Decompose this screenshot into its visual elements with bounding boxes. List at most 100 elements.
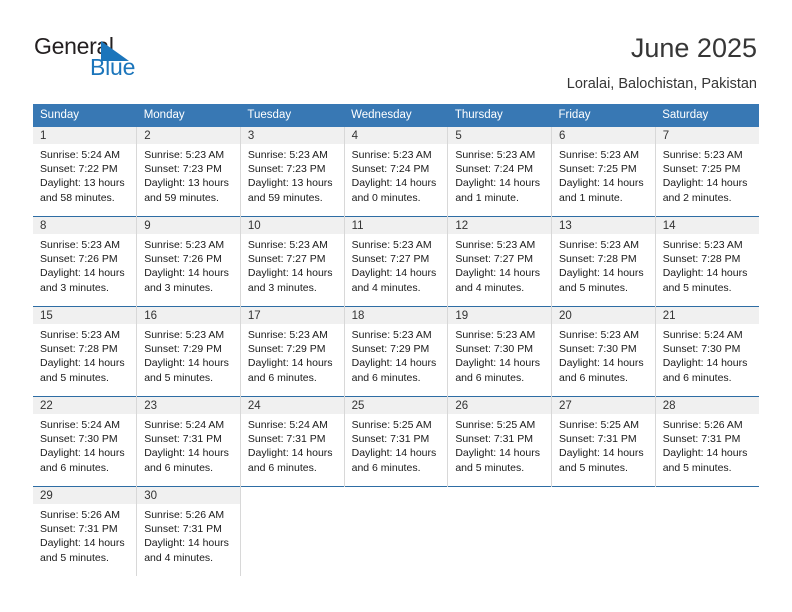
page-title: June 2025 xyxy=(630,33,757,63)
day-details: Sunrise: 5:24 AM Sunset: 7:31 PM Daylight:… xyxy=(241,414,344,475)
daylight-text: Daylight: 14 hours and 2 minutes. xyxy=(662,177,748,204)
day-details: Sunrise: 5:23 AM Sunset: 7:23 PM Daylight:… xyxy=(137,144,240,205)
calendar-page: General Blue June 2025 Loralai, Balochis… xyxy=(0,0,792,612)
daylight-text: Daylight: 14 hours and 5 minutes. xyxy=(559,267,644,294)
sunrise-text: Sunrise: 5:23 AM xyxy=(662,149,743,161)
daylight-text: Daylight: 14 hours and 1 minute. xyxy=(455,177,540,204)
day-details: Sunrise: 5:23 AM Sunset: 7:29 PM Daylight:… xyxy=(241,324,344,385)
calendar-day-cell[interactable]: 12 Sunrise: 5:23 AM Sunset: 7:27 PM Dayligh… xyxy=(447,216,553,307)
sunset-text: Sunset: 7:23 PM xyxy=(144,163,222,176)
location-subtitle: Loralai, Balochistan, Pakistan xyxy=(566,76,757,92)
calendar-day-cell[interactable]: 8 Sunrise: 5:23 AM Sunset: 7:26 PM Daylight… xyxy=(33,216,138,307)
day-number: 7 xyxy=(655,127,759,144)
calendar-day-cell[interactable]: 28 Sunrise: 5:26 AM Sunset: 7:31 PM Dayligh… xyxy=(655,396,759,487)
day-number: 13 xyxy=(552,217,655,234)
weekday-header-sunday: Sunday xyxy=(33,104,137,127)
calendar-day-cell[interactable]: 3 Sunrise: 5:23 AM Sunset: 7:23 PM Daylight… xyxy=(240,127,345,217)
daylight-text: Daylight: 14 hours and 4 minutes. xyxy=(351,267,437,294)
daylight-text: Daylight: 14 hours and 5 minutes. xyxy=(40,537,125,564)
sunrise-text: Sunrise: 5:23 AM xyxy=(247,329,328,341)
calendar-day-cell[interactable]: 29 Sunrise: 5:26 AM Sunset: 7:31 PM Dayligh… xyxy=(33,486,138,576)
calendar-day-cell[interactable]: 22 Sunrise: 5:24 AM Sunset: 7:30 PM Dayligh… xyxy=(33,396,138,487)
calendar-day-cell[interactable]: 1 Sunrise: 5:24 AM Sunset: 7:22 PM Daylight… xyxy=(33,127,138,217)
daylight-text: Daylight: 14 hours and 0 minutes. xyxy=(351,177,437,204)
daylight-text: Daylight: 14 hours and 4 minutes. xyxy=(144,537,229,564)
calendar-day-cell[interactable]: 7 Sunrise: 5:23 AM Sunset: 7:25 PM Daylight… xyxy=(655,127,759,217)
day-number-bar xyxy=(448,487,552,504)
sunrise-text: Sunrise: 5:23 AM xyxy=(247,149,328,161)
weekday-header-wednesday: Wednesday xyxy=(344,104,448,127)
sunrise-text: Sunrise: 5:23 AM xyxy=(662,239,743,251)
sunrise-text: Sunrise: 5:23 AM xyxy=(144,149,225,161)
calendar-day-cell[interactable]: 25 Sunrise: 5:25 AM Sunset: 7:31 PM Dayligh… xyxy=(344,396,449,487)
sunrise-text: Sunrise: 5:23 AM xyxy=(559,239,639,251)
calendar-day-cell[interactable]: 6 Sunrise: 5:23 AM Sunset: 7:25 PM Daylight… xyxy=(551,127,656,217)
sunrise-text: Sunrise: 5:23 AM xyxy=(144,329,225,341)
day-number: 14 xyxy=(655,217,759,234)
daylight-text: Daylight: 13 hours and 59 minutes. xyxy=(144,177,229,204)
sunrise-text: Sunrise: 5:23 AM xyxy=(351,329,432,341)
sunrise-text: Sunrise: 5:25 AM xyxy=(351,419,432,431)
calendar-day-cell[interactable]: 26 Sunrise: 5:25 AM Sunset: 7:31 PM Dayligh… xyxy=(447,396,553,487)
sunrise-text: Sunrise: 5:23 AM xyxy=(455,329,536,341)
calendar-week-row: 15 Sunrise: 5:23 AM Sunset: 7:28 PM Dayligh… xyxy=(33,306,759,397)
day-number-bar xyxy=(655,487,759,504)
sunrise-text: Sunrise: 5:26 AM xyxy=(144,509,225,521)
calendar-day-cell[interactable]: 20 Sunrise: 5:23 AM Sunset: 7:30 PM Dayligh… xyxy=(551,306,656,397)
day-details: Sunrise: 5:25 AM Sunset: 7:31 PM Daylight:… xyxy=(345,414,448,475)
calendar-day-cell[interactable]: 9 Sunrise: 5:23 AM Sunset: 7:26 PM Daylight… xyxy=(136,216,241,307)
day-number: 28 xyxy=(655,397,759,414)
weekday-header-friday: Friday xyxy=(551,104,656,127)
daylight-text: Daylight: 14 hours and 5 minutes. xyxy=(662,267,748,294)
sunrise-text: Sunrise: 5:23 AM xyxy=(247,239,328,251)
daylight-text: Daylight: 14 hours and 6 minutes. xyxy=(247,357,333,384)
day-details: Sunrise: 5:23 AM Sunset: 7:28 PM Daylight:… xyxy=(33,324,136,385)
daylight-text: Daylight: 14 hours and 6 minutes. xyxy=(40,447,125,474)
day-details: Sunrise: 5:24 AM Sunset: 7:30 PM Daylight:… xyxy=(656,324,759,385)
sunset-text: Sunset: 7:31 PM xyxy=(144,523,222,536)
sunrise-text: Sunrise: 5:23 AM xyxy=(40,239,120,251)
calendar-day-cell[interactable]: 10 Sunrise: 5:23 AM Sunset: 7:27 PM Dayligh… xyxy=(240,216,345,307)
calendar-day-cell[interactable]: 5 Sunrise: 5:23 AM Sunset: 7:24 PM Daylight… xyxy=(447,127,553,217)
sunrise-text: Sunrise: 5:23 AM xyxy=(351,149,432,161)
calendar-day-cell[interactable]: 11 Sunrise: 5:23 AM Sunset: 7:27 PM Dayligh… xyxy=(344,216,449,307)
calendar-day-cell[interactable]: 13 Sunrise: 5:23 AM Sunset: 7:28 PM Dayligh… xyxy=(551,216,656,307)
calendar-day-cell[interactable]: 19 Sunrise: 5:23 AM Sunset: 7:30 PM Dayligh… xyxy=(447,306,553,397)
day-number: 1 xyxy=(33,127,137,144)
calendar-week-row: 1 Sunrise: 5:24 AM Sunset: 7:22 PM Daylight… xyxy=(33,127,759,217)
sunset-text: Sunset: 7:23 PM xyxy=(247,163,326,176)
day-number-bar xyxy=(344,487,448,504)
sunrise-text: Sunrise: 5:25 AM xyxy=(455,419,536,431)
calendar-day-cell[interactable]: 30 Sunrise: 5:26 AM Sunset: 7:31 PM Dayligh… xyxy=(136,486,241,576)
calendar-day-cell[interactable]: 27 Sunrise: 5:25 AM Sunset: 7:31 PM Dayligh… xyxy=(551,396,656,487)
calendar-day-cell[interactable]: 14 Sunrise: 5:23 AM Sunset: 7:28 PM Dayligh… xyxy=(655,216,759,307)
calendar-day-cell[interactable]: 16 Sunrise: 5:23 AM Sunset: 7:29 PM Dayligh… xyxy=(136,306,241,397)
day-details: Sunrise: 5:23 AM Sunset: 7:23 PM Daylight:… xyxy=(241,144,344,205)
day-number: 3 xyxy=(240,127,344,144)
day-number: 15 xyxy=(33,307,137,324)
day-details: Sunrise: 5:23 AM Sunset: 7:29 PM Daylight:… xyxy=(137,324,240,385)
general-blue-logo[interactable]: General Blue xyxy=(34,33,214,81)
calendar-day-cell[interactable]: 23 Sunrise: 5:24 AM Sunset: 7:31 PM Dayligh… xyxy=(136,396,241,487)
day-number: 2 xyxy=(137,127,240,144)
sunset-text: Sunset: 7:28 PM xyxy=(559,253,637,266)
calendar-week-row: 8 Sunrise: 5:23 AM Sunset: 7:26 PM Daylight… xyxy=(33,216,759,307)
day-details: Sunrise: 5:23 AM Sunset: 7:26 PM Daylight:… xyxy=(137,234,240,295)
sunset-text: Sunset: 7:30 PM xyxy=(559,343,637,356)
calendar-week-row: 22 Sunrise: 5:24 AM Sunset: 7:30 PM Dayligh… xyxy=(33,396,759,487)
sunset-text: Sunset: 7:30 PM xyxy=(662,343,741,356)
day-number-bar xyxy=(241,487,344,504)
calendar-day-cell[interactable]: 17 Sunrise: 5:23 AM Sunset: 7:29 PM Dayligh… xyxy=(240,306,345,397)
daylight-text: Daylight: 14 hours and 3 minutes. xyxy=(247,267,333,294)
calendar-day-cell[interactable]: 24 Sunrise: 5:24 AM Sunset: 7:31 PM Dayligh… xyxy=(240,396,345,487)
sunrise-text: Sunrise: 5:24 AM xyxy=(662,329,743,341)
daylight-text: Daylight: 14 hours and 3 minutes. xyxy=(40,267,125,294)
sunrise-text: Sunrise: 5:23 AM xyxy=(559,329,639,341)
calendar-day-cell[interactable]: 4 Sunrise: 5:23 AM Sunset: 7:24 PM Daylight… xyxy=(344,127,449,217)
sunset-text: Sunset: 7:30 PM xyxy=(455,343,533,356)
calendar-day-cell[interactable]: 18 Sunrise: 5:23 AM Sunset: 7:29 PM Dayligh… xyxy=(344,306,449,397)
day-number: 26 xyxy=(448,397,552,414)
calendar-day-cell[interactable]: 2 Sunrise: 5:23 AM Sunset: 7:23 PM Daylight… xyxy=(136,127,241,217)
calendar-day-cell[interactable]: 21 Sunrise: 5:24 AM Sunset: 7:30 PM Dayligh… xyxy=(655,306,759,397)
calendar-day-cell[interactable]: 15 Sunrise: 5:23 AM Sunset: 7:28 PM Dayligh… xyxy=(33,306,138,397)
